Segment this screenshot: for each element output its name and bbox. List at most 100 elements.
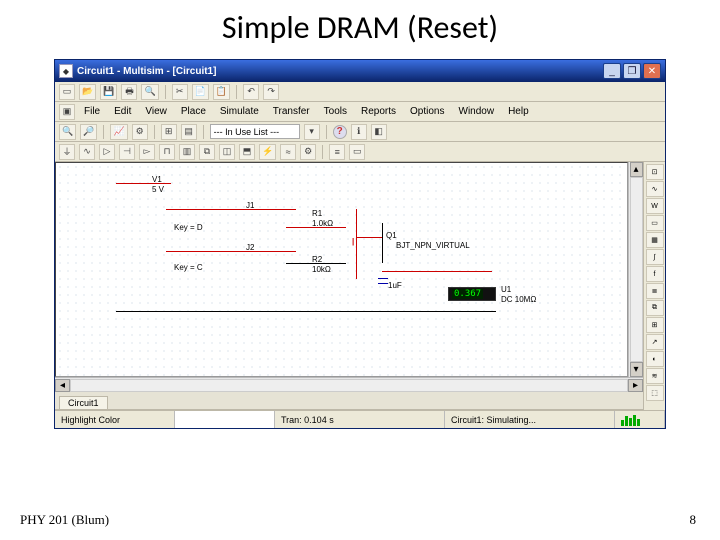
label-q1: Q1 xyxy=(386,231,397,240)
4ch-scope-icon[interactable]: ▦ xyxy=(646,232,664,248)
close-button[interactable]: ✕ xyxy=(643,63,661,79)
misc-button[interactable]: ⧉ xyxy=(199,144,215,160)
wattmeter-icon[interactable]: W xyxy=(646,198,664,214)
menu-edit[interactable]: Edit xyxy=(109,105,136,118)
scroll-up-icon[interactable]: ▴ xyxy=(630,162,643,177)
titlebar: ◆ Circuit1 - Multisim - [Circuit1] _ ❐ ✕ xyxy=(55,60,665,82)
menu-window[interactable]: Window xyxy=(454,105,500,118)
logic-analyzer-icon[interactable]: ⧉ xyxy=(646,300,664,316)
menu-reports[interactable]: Reports xyxy=(356,105,401,118)
slide-title: Simple DRAM (Reset) xyxy=(0,0,720,59)
cut-button[interactable]: ✂ xyxy=(172,84,188,100)
db-button[interactable]: ◧ xyxy=(371,124,387,140)
menu-options[interactable]: Options xyxy=(405,105,449,118)
grapher-button[interactable]: 📈 xyxy=(110,124,127,140)
database-button[interactable]: ▤ xyxy=(181,124,197,140)
maximize-button[interactable]: ❐ xyxy=(623,63,641,79)
indicator-button[interactable]: ⬒ xyxy=(239,144,255,160)
hier-button[interactable]: ▭ xyxy=(349,144,365,160)
menu-simulate[interactable]: Simulate xyxy=(215,105,264,118)
activity-bars-icon xyxy=(621,414,640,426)
minimize-button[interactable]: _ xyxy=(603,63,621,79)
spectrum-icon[interactable]: ≋ xyxy=(646,368,664,384)
open-button[interactable]: 📂 xyxy=(79,84,96,100)
wordgen-icon[interactable]: ≣ xyxy=(646,283,664,299)
bus-button[interactable]: ≡ xyxy=(329,144,345,160)
iv-analyzer-icon[interactable]: ↗ xyxy=(646,334,664,350)
cmos-button[interactable]: ▥ xyxy=(179,144,195,160)
analog-button[interactable]: ▻ xyxy=(139,144,155,160)
wire xyxy=(382,223,383,263)
ttl-button[interactable]: ⊓ xyxy=(159,144,175,160)
zoom-in-button[interactable]: 🔍 xyxy=(59,124,76,140)
sheet-tabs: Circuit1 xyxy=(55,392,643,410)
basic-button[interactable]: ∿ xyxy=(79,144,95,160)
scroll-right-icon[interactable]: ▸ xyxy=(628,379,643,392)
funcgen-icon[interactable]: ∿ xyxy=(646,181,664,197)
label-key-d: Key = D xyxy=(174,223,203,232)
slide-page-number: 8 xyxy=(690,512,697,528)
print-button[interactable]: 🖶 xyxy=(121,84,137,100)
instruments-palette: ⊡ ∿ W ▭ ▦ ∫ f ≣ ⧉ ⊞ ↗ ◐ ≋ ⬚ xyxy=(643,162,665,410)
menu-bar: ▣ File Edit View Place Simulate Transfer… xyxy=(55,102,665,122)
place-toolbar: ⏚ ∿ ▷ ⊣ ▻ ⊓ ▥ ⧉ ◫ ⬒ ⚡ ≈ ⚙ ≡ ▭ xyxy=(55,142,665,162)
menu-tools[interactable]: Tools xyxy=(319,105,352,118)
save-button[interactable]: 💾 xyxy=(100,84,117,100)
status-color-well[interactable] xyxy=(175,411,275,428)
freq-icon[interactable]: f xyxy=(646,266,664,282)
transistor-button[interactable]: ⊣ xyxy=(119,144,135,160)
status-tran: Tran: 0.104 s xyxy=(275,411,445,428)
electromech-button[interactable]: ⚙ xyxy=(300,144,316,160)
undo-button[interactable]: ↶ xyxy=(243,84,259,100)
network-icon[interactable]: ⬚ xyxy=(646,385,664,401)
menu-place[interactable]: Place xyxy=(176,105,211,118)
copy-button[interactable]: 📄 xyxy=(192,84,209,100)
menu-file[interactable]: File xyxy=(79,105,105,118)
workarea: V1 5 V J1 J2 Key = D Key = C R1 1.0kΩ R2… xyxy=(55,162,665,410)
bode-icon[interactable]: ∫ xyxy=(646,249,664,265)
power-button[interactable]: ⚡ xyxy=(259,144,276,160)
in-use-list-select[interactable]: --- In Use List --- xyxy=(210,124,300,139)
wire xyxy=(166,209,296,210)
wire xyxy=(356,209,357,279)
component-button[interactable]: ⊞ xyxy=(161,124,177,140)
menu-transfer[interactable]: Transfer xyxy=(268,105,315,118)
scroll-down-icon[interactable]: ▾ xyxy=(630,362,643,377)
status-sim-indicator xyxy=(615,411,665,428)
dropdown-button[interactable]: ▾ xyxy=(304,124,320,140)
zoom-out-button[interactable]: 🔎 xyxy=(80,124,97,140)
scope-icon[interactable]: ▭ xyxy=(646,215,664,231)
wire xyxy=(166,251,296,252)
distortion-icon[interactable]: ◐ xyxy=(646,351,664,367)
postprocess-button[interactable]: ⚙ xyxy=(132,124,148,140)
app-window: ◆ Circuit1 - Multisim - [Circuit1] _ ❐ ✕… xyxy=(54,59,666,429)
wire xyxy=(286,227,346,228)
new-button[interactable]: ▭ xyxy=(59,84,75,100)
preview-button[interactable]: 🔍 xyxy=(141,84,158,100)
scroll-left-icon[interactable]: ◂ xyxy=(55,379,70,392)
info-button[interactable]: ℹ xyxy=(351,124,367,140)
redo-button[interactable]: ↷ xyxy=(263,84,279,100)
schematic-canvas[interactable]: V1 5 V J1 J2 Key = D Key = C R1 1.0kΩ R2… xyxy=(55,162,628,377)
status-sim: Circuit1: Simulating... xyxy=(445,411,615,428)
source-button[interactable]: ⏚ xyxy=(59,144,75,160)
label-q1-class: BJT_NPN_VIRTUAL xyxy=(396,241,470,250)
rf-button[interactable]: ≈ xyxy=(280,144,296,160)
wire xyxy=(116,311,496,312)
horizontal-scrollbar[interactable]: ◂ ▸ xyxy=(55,377,643,392)
wire xyxy=(382,271,492,272)
label-key-c: Key = C xyxy=(174,263,203,272)
help-icon[interactable]: ? xyxy=(333,125,347,139)
label-r2-value: 10kΩ xyxy=(312,265,331,274)
tab-circuit1[interactable]: Circuit1 xyxy=(59,396,108,409)
status-bar: Highlight Color Tran: 0.104 s Circuit1: … xyxy=(55,410,665,428)
menu-view[interactable]: View xyxy=(140,105,172,118)
diode-button[interactable]: ▷ xyxy=(99,144,115,160)
menu-help[interactable]: Help xyxy=(503,105,534,118)
logic-conv-icon[interactable]: ⊞ xyxy=(646,317,664,333)
mdi-icon[interactable]: ▣ xyxy=(59,104,75,120)
multimeter-icon[interactable]: ⊡ xyxy=(646,164,664,180)
vertical-scrollbar[interactable]: ▴ ▾ xyxy=(628,162,643,377)
mixed-button[interactable]: ◫ xyxy=(219,144,235,160)
paste-button[interactable]: 📋 xyxy=(213,84,230,100)
